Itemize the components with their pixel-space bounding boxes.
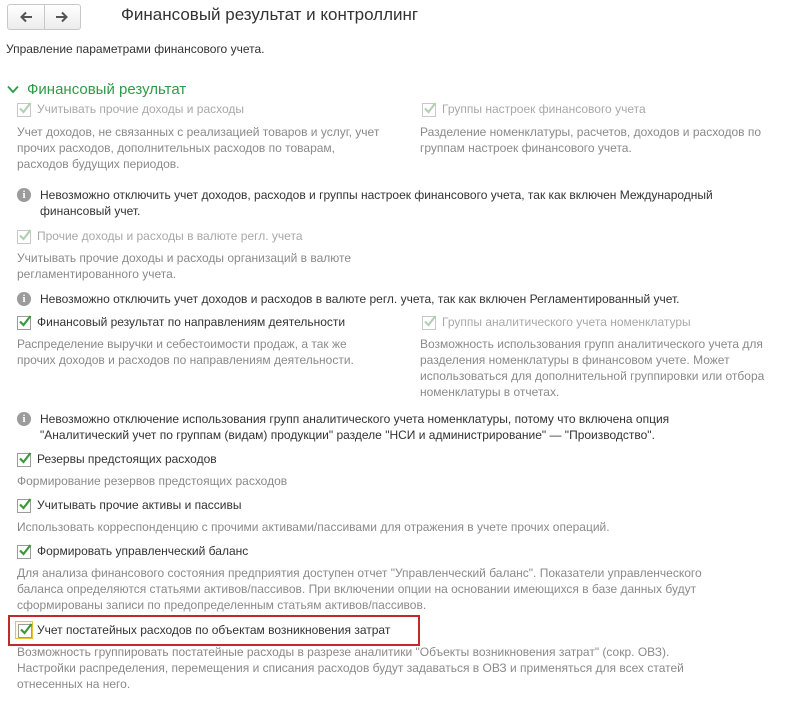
activities-label: Финансовый результат по направлениям дея… <box>37 315 346 329</box>
info-line: "Аналитический учет по группам (видам) п… <box>40 428 655 442</box>
desc-line: Возможность использования групп аналитич… <box>420 337 763 351</box>
mgmt-balance-label: Формировать управленческий баланс <box>37 544 249 558</box>
section-financial-result[interactable]: Финансовый результат <box>7 81 186 98</box>
info-line: Невозможно отключить учет доходов и расх… <box>40 292 680 306</box>
info-icon: i <box>17 412 31 426</box>
analytic-groups-checkbox[interactable] <box>422 315 437 330</box>
currency-income-description: Учитывать прочие доходы и расходы органи… <box>17 250 351 282</box>
mgmt-balance-description: Для анализа финансового состояния предпр… <box>17 565 702 613</box>
chevron-down-icon <box>7 85 19 94</box>
other-assets-description: Использовать корреспонденцию с прочими а… <box>17 519 610 535</box>
settings-groups-checkbox[interactable] <box>422 102 437 117</box>
other-assets-label: Учитывать прочие активы и пассивы <box>37 498 242 512</box>
forward-button[interactable] <box>43 5 81 29</box>
desc-line: Разделение номенклатуры, расчетов, доход… <box>420 125 762 139</box>
reserves-description: Формирование резервов предстоящих расход… <box>17 473 287 489</box>
desc-line: Настройки распределения, перемещения и с… <box>17 661 684 675</box>
activities-description: Распределение выручки и себестоимости пр… <box>17 336 354 368</box>
desc-line: регламентированного учета. <box>17 267 177 281</box>
desc-line: прочих расходов, дополнительных расходов… <box>17 141 335 155</box>
info-icon: i <box>17 188 31 202</box>
activities-checkbox[interactable] <box>17 315 32 330</box>
info-message-international: Невозможно отключить учет доходов, расхо… <box>40 187 713 219</box>
info-icon: i <box>17 292 31 306</box>
checkmark-icon <box>19 315 32 327</box>
checkmark-icon <box>19 498 32 510</box>
desc-line: Возможность группировать постатейные рас… <box>17 645 670 659</box>
desc-line: Формирование резервов предстоящих расход… <box>17 474 288 488</box>
checkmark-icon <box>424 102 437 114</box>
info-line: финансовый учет. <box>40 204 141 218</box>
page-title: Финансовый результат и контроллинг <box>121 5 419 24</box>
currency-income-label: Прочие доходы и расходы в валюте регл. у… <box>37 229 303 243</box>
checkmark-icon <box>19 452 32 464</box>
other-assets-checkbox[interactable] <box>17 498 32 513</box>
other-income-checkbox[interactable] <box>17 102 32 117</box>
info-message-regulated: Невозможно отключить учет доходов и расх… <box>40 291 680 307</box>
page-subtitle: Управление параметрами финансового учета… <box>6 42 265 56</box>
checkmark-icon <box>424 315 437 327</box>
currency-income-checkbox[interactable] <box>17 229 32 244</box>
reserves-checkbox[interactable] <box>17 452 32 467</box>
desc-line: номенклатуры в отчетах. <box>420 385 560 399</box>
desc-line: прочих доходов и расходов по направления… <box>17 353 354 367</box>
settings-groups-description: Разделение номенклатуры, расчетов, доход… <box>420 124 761 156</box>
desc-line: сформированы записи по предопределенным … <box>17 598 427 612</box>
desc-line: Учитывать прочие доходы и расходы органи… <box>17 251 352 265</box>
desc-line: отнесенных на него. <box>17 677 131 691</box>
desc-line: группам настроек финансового учета. <box>420 141 632 155</box>
checkmark-icon <box>19 102 32 114</box>
cost-objects-label: Учет постатейных расходов по объектам во… <box>37 623 391 637</box>
info-line: Невозможно отключение использования груп… <box>40 412 670 426</box>
reserves-label: Резервы предстоящих расходов <box>37 452 217 466</box>
other-income-label: Учитывать прочие доходы и расходы <box>37 102 245 116</box>
desc-line: Распределение выручки и себестоимости пр… <box>17 337 347 351</box>
desc-line: разделения номенклатуры в финансовом уче… <box>420 353 730 367</box>
analytic-groups-label: Группы аналитического учета номенклатуры <box>442 315 691 329</box>
desc-line: баланса определяются статьями активов/па… <box>17 582 697 596</box>
desc-line: Учет доходов, не связанных с реализацией… <box>17 125 380 139</box>
checkmark-icon <box>19 229 32 241</box>
other-income-description: Учет доходов, не связанных с реализацией… <box>17 124 379 172</box>
arrow-left-icon <box>19 11 32 23</box>
settings-groups-label: Группы настроек финансового учета <box>442 102 646 116</box>
analytic-groups-description: Возможность использования групп аналитич… <box>420 336 764 400</box>
desc-line: использоваться для дополнительной группи… <box>420 369 765 383</box>
desc-line: расходов будущих периодов. <box>17 157 180 171</box>
checkmark-icon <box>20 623 33 635</box>
cost-objects-checkbox[interactable] <box>18 623 33 638</box>
cost-objects-description: Возможность группировать постатейные рас… <box>17 644 684 692</box>
section-title: Финансовый результат <box>27 81 187 98</box>
desc-line: Использовать корреспонденцию с прочими а… <box>17 520 610 534</box>
back-button[interactable] <box>8 5 44 29</box>
desc-line: Для анализа финансового состояния предпр… <box>17 566 702 580</box>
arrow-right-icon <box>56 11 69 23</box>
mgmt-balance-checkbox[interactable] <box>17 544 32 559</box>
checkmark-icon <box>19 544 32 556</box>
info-line: Невозможно отключить учет доходов, расхо… <box>40 188 713 202</box>
info-message-analytic: Невозможно отключение использования груп… <box>40 411 669 443</box>
nav-buttons <box>7 4 81 30</box>
